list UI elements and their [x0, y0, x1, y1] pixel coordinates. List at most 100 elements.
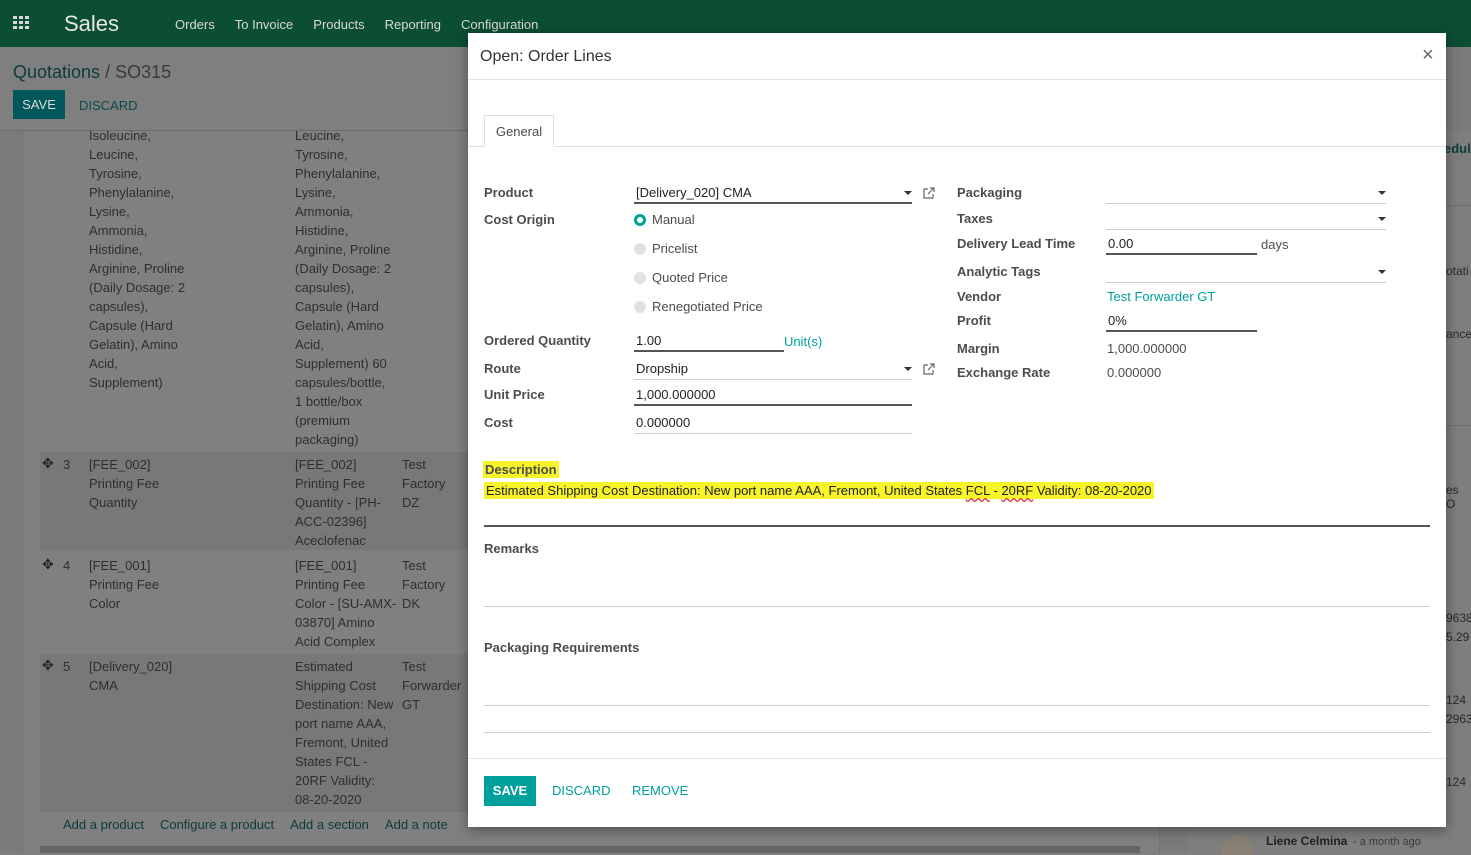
lead-time-unit: days	[1261, 237, 1289, 252]
radio-manual[interactable]	[634, 214, 646, 226]
divider	[484, 732, 1430, 733]
menu-products[interactable]: Products	[313, 17, 364, 32]
horizontal-scrollbar[interactable]	[40, 846, 1140, 853]
dialog-title: Open: Order Lines	[480, 48, 612, 65]
radio-pricelist-label[interactable]: Pricelist	[652, 241, 698, 256]
chevron-down-icon[interactable]	[1378, 191, 1386, 195]
line-product-cell: [Delivery_020] CMA	[89, 659, 173, 693]
packaging-requirements-field[interactable]	[484, 705, 1430, 706]
add-product-link[interactable]: Add a product	[63, 817, 144, 832]
product-field[interactable]: [Delivery_020] CMA	[634, 184, 912, 204]
line-description-cell: [FEE_001] Printing Fee Color - [SU-AMX- …	[295, 558, 397, 649]
chevron-down-icon[interactable]	[1378, 217, 1386, 221]
description-text: 20RF	[1001, 483, 1034, 498]
radio-quoted-price[interactable]	[634, 272, 646, 284]
margin-label: Margin	[957, 341, 1000, 356]
margin-value: 1,000.000000	[1107, 341, 1187, 356]
chevron-down-icon[interactable]	[904, 367, 912, 371]
line-description-cell: Leucine, Tyrosine, Phenylalanine, Lysine…	[295, 128, 392, 447]
chatter-text-fragment: 5.29	[1446, 630, 1470, 644]
cost-origin-label: Cost Origin	[484, 212, 555, 227]
tab-divider	[468, 146, 1446, 147]
unit-price-input[interactable]: 1,000.000000	[634, 386, 912, 406]
description-field[interactable]: Estimated Shipping Cost Destination: New…	[484, 482, 1154, 499]
drag-handle-icon[interactable]: ✥	[42, 455, 54, 472]
external-link-icon[interactable]	[923, 187, 935, 199]
form-discard-button[interactable]: DISCARD	[79, 98, 138, 113]
analytic-tags-label: Analytic Tags	[957, 264, 1041, 279]
exchange-rate-label: Exchange Rate	[957, 365, 1051, 380]
drag-handle-icon[interactable]: ✥	[42, 657, 54, 674]
radio-pricelist[interactable]	[634, 243, 646, 255]
menu-reporting[interactable]: Reporting	[385, 17, 441, 32]
chatter-author[interactable]: Liene Celmina	[1266, 834, 1347, 848]
route-field[interactable]: Dropship	[634, 360, 912, 380]
external-link-icon[interactable]	[923, 363, 935, 375]
chatter-schedule-fragment[interactable]: edule	[1444, 141, 1471, 156]
remove-button[interactable]: REMOVE	[632, 783, 688, 798]
configure-product-link[interactable]: Configure a product	[160, 817, 274, 832]
product-value: [Delivery_020] CMA	[636, 185, 752, 200]
line-vendor-cell: Test Forwarder GT	[402, 659, 462, 712]
taxes-field[interactable]	[1106, 210, 1386, 230]
ordered-quantity-input[interactable]: 1.00	[634, 332, 784, 352]
chevron-down-icon[interactable]	[1378, 270, 1386, 274]
cost-input[interactable]: 0.000000	[634, 414, 912, 434]
line-number: 4	[63, 558, 71, 573]
analytic-tags-field[interactable]	[1106, 263, 1386, 283]
line-actions: Add a product Configure a product Add a …	[63, 817, 448, 832]
vendor-link[interactable]: Test Forwarder GT	[1107, 289, 1215, 304]
chatter-text-fragment: 124	[1446, 775, 1467, 789]
line-product-cell: [FEE_001] Printing Fee Color	[89, 558, 160, 611]
lead-time-input[interactable]: 0.00	[1106, 235, 1257, 255]
line-vendor-cell: Test Factory DZ	[402, 457, 446, 510]
drag-handle-icon[interactable]: ✥	[42, 556, 54, 573]
breadcrumb-quotations[interactable]: Quotations	[13, 62, 100, 82]
app-title[interactable]: Sales	[64, 11, 119, 37]
add-note-link[interactable]: Add a note	[385, 817, 448, 832]
add-section-link[interactable]: Add a section	[290, 817, 369, 832]
lead-time-label: Delivery Lead Time	[957, 236, 1076, 251]
apps-menu-icon[interactable]	[13, 16, 31, 30]
uom-link[interactable]: Unit(s)	[784, 334, 822, 349]
chatter-text-fragment: 2963	[1446, 712, 1471, 726]
dialog-header: Open: Order Lines ×	[468, 33, 1446, 80]
product-label: Product	[484, 185, 534, 200]
cost-label: Cost	[484, 415, 513, 430]
unit-price-label: Unit Price	[484, 387, 545, 402]
description-underline	[484, 525, 1430, 527]
menu-orders[interactable]: Orders	[175, 17, 215, 32]
profit-input[interactable]: 0%	[1106, 312, 1257, 332]
tab-general[interactable]: General	[484, 115, 554, 147]
vendor-label: Vendor	[957, 289, 1002, 304]
chatter-text-fragment: otati	[1446, 264, 1469, 278]
breadcrumb: Quotations / SO315	[13, 62, 171, 83]
save-button[interactable]: SAVE	[484, 776, 536, 806]
chatter-text-fragment: 9638	[1446, 611, 1471, 625]
description-text: Estimated Shipping Cost Destination: New…	[486, 483, 966, 498]
chatter-timestamp: - a month ago	[1353, 836, 1421, 848]
taxes-label: Taxes	[957, 211, 993, 226]
ordered-quantity-label: Ordered Quantity	[484, 333, 591, 348]
line-product-cell: [FEE_002] Printing Fee Quantity	[89, 457, 160, 510]
line-number: 5	[63, 659, 71, 674]
description-text: Validity: 08-20-2020	[1033, 483, 1152, 498]
route-value: Dropship	[636, 361, 689, 376]
chatter-text-fragment: ance	[1446, 327, 1471, 341]
radio-renegotiated-price[interactable]	[634, 301, 646, 313]
discard-button[interactable]: DISCARD	[552, 783, 611, 798]
packaging-requirements-label: Packaging Requirements	[484, 640, 640, 655]
radio-manual-label[interactable]: Manual	[652, 212, 695, 227]
packaging-field[interactable]	[1106, 184, 1386, 204]
radio-renegotiated-price-label[interactable]: Renegotiated Price	[652, 299, 763, 314]
menu-to-invoice[interactable]: To Invoice	[235, 17, 294, 32]
line-product-cell: Isoleucine, Leucine, Tyrosine, Phenylala…	[89, 128, 186, 390]
chevron-down-icon[interactable]	[904, 191, 912, 195]
radio-quoted-price-label[interactable]: Quoted Price	[652, 270, 728, 285]
profit-label: Profit	[957, 313, 991, 328]
menu-configuration[interactable]: Configuration	[461, 17, 538, 32]
form-save-button[interactable]: SAVE	[13, 90, 65, 119]
exchange-rate-value: 0.000000	[1107, 365, 1162, 380]
close-icon[interactable]: ×	[1422, 44, 1434, 67]
remarks-field[interactable]	[484, 606, 1430, 607]
